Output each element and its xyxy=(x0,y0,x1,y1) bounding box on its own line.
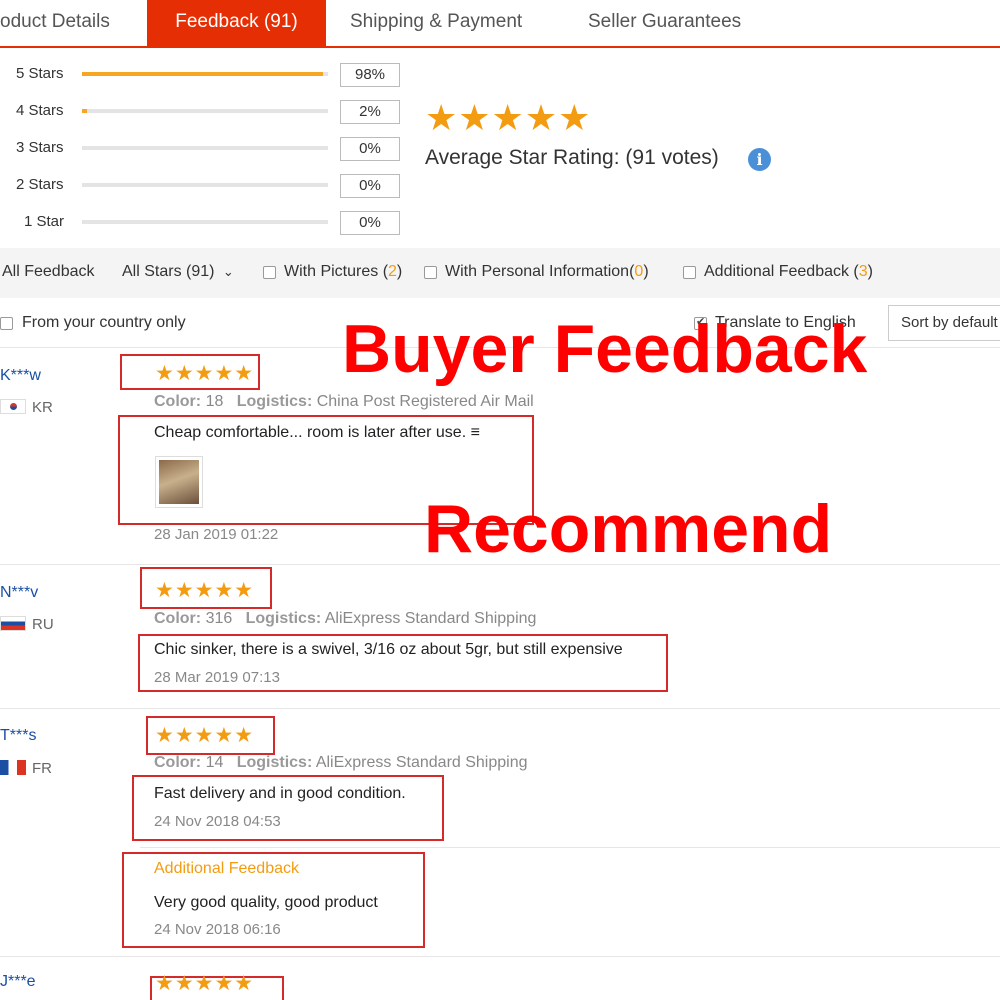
close-paren: ) xyxy=(396,263,403,280)
histogram-percent: 0% xyxy=(340,211,400,235)
country-code: RU xyxy=(32,616,54,633)
additional-feedback-text: Additional Feedback ( xyxy=(704,263,859,280)
review-stars: ★★★★★ xyxy=(155,724,255,747)
filter-all-stars-dropdown[interactable]: All Stars (91) ⌄ xyxy=(122,263,234,281)
color-value: 18 xyxy=(205,393,224,410)
review-date: 28 Mar 2019 07:13 xyxy=(154,669,280,686)
histogram-bar xyxy=(82,183,328,187)
buyer-name[interactable]: K***w xyxy=(0,367,41,385)
histogram-bar xyxy=(82,146,328,150)
review-stars: ★★★★★ xyxy=(155,362,255,385)
histogram-percent: 0% xyxy=(340,174,400,198)
logistics-value: China Post Registered Air Mail xyxy=(316,393,534,410)
histogram-label: 1 Star xyxy=(24,213,65,230)
buyer-name[interactable]: N***v xyxy=(0,584,38,602)
buyer-name[interactable]: T***s xyxy=(0,727,36,745)
histogram-label: 5 Stars xyxy=(16,65,64,82)
tab-seller-guarantees[interactable]: Seller Guarantees xyxy=(588,0,741,46)
histogram-label: 2 Stars xyxy=(16,176,64,193)
additional-feedback-date: 24 Nov 2018 06:16 xyxy=(154,921,281,938)
review-meta: Color: 18 Logistics: China Post Register… xyxy=(154,393,534,411)
additional-feedback-checkbox[interactable] xyxy=(683,266,696,279)
close-paren: ) xyxy=(867,263,873,280)
review-meta: Color: 316 Logistics: AliExpress Standar… xyxy=(154,610,536,628)
histogram-label: 3 Stars xyxy=(16,139,64,156)
close-paren: ) xyxy=(643,263,649,280)
histogram-percent: 2% xyxy=(340,100,400,124)
tab-product-details[interactable]: oduct Details xyxy=(0,0,110,46)
additional-feedback-label[interactable]: Additional Feedback (3) xyxy=(704,263,873,281)
color-label: Color: xyxy=(154,610,202,627)
logistics-value: AliExpress Standard Shipping xyxy=(315,754,528,771)
average-rating-stars: ★★★★★ xyxy=(425,97,592,138)
kr-flag-icon xyxy=(0,399,26,414)
fr-flag-icon xyxy=(0,760,26,775)
review-stars: ★★★★★ xyxy=(155,579,255,602)
review-text: Fast delivery and in good condition. xyxy=(154,785,406,802)
histogram-bar xyxy=(82,72,328,76)
buyer-country: KR xyxy=(0,399,53,416)
country-only-label[interactable]: From your country only xyxy=(22,314,186,332)
color-value: 316 xyxy=(205,610,233,627)
ru-flag-icon xyxy=(0,616,26,631)
histogram-bar-fill xyxy=(82,109,87,113)
color-label: Color: xyxy=(154,754,202,771)
review-divider xyxy=(0,956,1000,957)
buyer-country: RU xyxy=(0,616,54,633)
filter-all-feedback[interactable]: All Feedback xyxy=(2,263,95,281)
chevron-down-icon: ⌄ xyxy=(222,264,234,279)
overlay-subtitle: Recommend xyxy=(424,491,833,567)
average-rating-text: Average Star Rating: xyxy=(425,146,620,169)
histogram-bar xyxy=(82,220,328,224)
review-stars: ★★★★★ xyxy=(155,972,255,995)
country-code: KR xyxy=(32,399,53,416)
with-pictures-label[interactable]: With Pictures (2) xyxy=(284,263,402,281)
average-rating-label: Average Star Rating: (91 votes) xyxy=(425,146,719,170)
tab-shipping-payment[interactable]: Shipping & Payment xyxy=(350,0,522,46)
histogram-percent: 0% xyxy=(340,137,400,161)
buyer-country: FR xyxy=(0,760,52,777)
personal-info-text: With Personal Information( xyxy=(445,263,635,280)
histogram-label: 4 Stars xyxy=(16,102,64,119)
review-meta: Color: 14 Logistics: AliExpress Standard… xyxy=(154,754,528,772)
additional-divider xyxy=(140,847,1000,848)
review-date: 24 Nov 2018 04:53 xyxy=(154,813,281,830)
personal-info-checkbox[interactable] xyxy=(424,266,437,279)
info-icon[interactable]: i xyxy=(748,148,771,171)
additional-feedback-heading: Additional Feedback xyxy=(154,860,299,877)
color-value: 14 xyxy=(205,754,224,771)
all-stars-label: All Stars (91) xyxy=(122,263,215,280)
country-only-checkbox[interactable] xyxy=(0,317,13,330)
logistics-label: Logistics: xyxy=(245,610,322,627)
histogram-bar-fill xyxy=(82,72,324,76)
with-pictures-count: 2 xyxy=(388,263,397,280)
histogram-percent: 98% xyxy=(340,63,400,87)
review-text: Chic sinker, there is a swivel, 3/16 oz … xyxy=(154,641,623,658)
with-pictures-checkbox[interactable] xyxy=(263,266,276,279)
histogram-bar xyxy=(82,109,328,113)
overlay-title: Buyer Feedback xyxy=(342,311,868,387)
vote-count: (91 votes) xyxy=(625,146,719,169)
review-divider xyxy=(0,708,1000,709)
logistics-value: AliExpress Standard Shipping xyxy=(324,610,537,627)
buyer-name[interactable]: J***e xyxy=(0,973,36,991)
personal-info-count: 0 xyxy=(634,263,644,280)
review-date: 28 Jan 2019 01:22 xyxy=(154,526,279,543)
with-pictures-text: With Pictures ( xyxy=(284,263,389,280)
review-photo-thumbnail[interactable] xyxy=(155,456,203,508)
personal-info-label[interactable]: With Personal Information(0) xyxy=(445,263,649,281)
logistics-label: Logistics: xyxy=(236,754,313,771)
additional-feedback-text: Very good quality, good product xyxy=(154,894,378,911)
review-photo xyxy=(159,460,199,504)
sort-dropdown[interactable]: Sort by default xyxy=(888,305,1000,341)
logistics-label: Logistics: xyxy=(236,393,313,410)
tab-bar: oduct Details Feedback (91) Shipping & P… xyxy=(0,0,1000,48)
filter-bar: All Feedback All Stars (91) ⌄ With Pictu… xyxy=(0,248,1000,298)
review-text: Cheap comfortable... room is later after… xyxy=(154,424,480,441)
additional-feedback-count: 3 xyxy=(858,263,868,280)
tab-feedback[interactable]: Feedback (91) xyxy=(147,0,326,46)
color-label: Color: xyxy=(154,393,202,410)
country-code: FR xyxy=(32,760,52,777)
